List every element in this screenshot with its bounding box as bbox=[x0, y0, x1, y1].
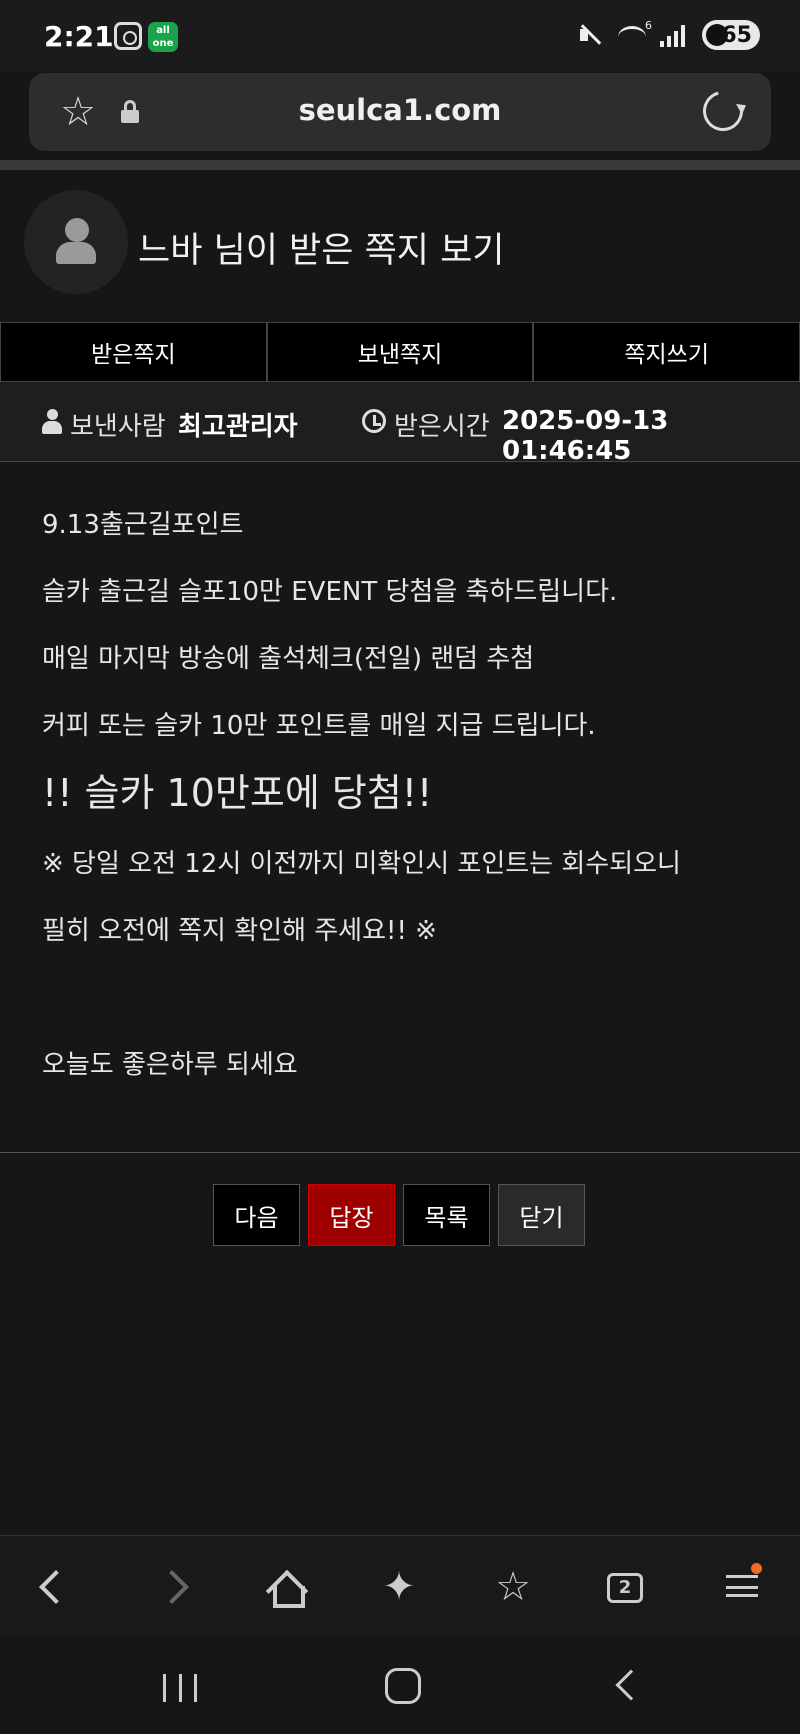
system-navigation bbox=[0, 1636, 800, 1734]
system-back-icon[interactable] bbox=[615, 1669, 647, 1701]
message-line: 오늘도 좋은하루 되세요 bbox=[42, 1050, 298, 1080]
menu-icon[interactable] bbox=[716, 1561, 768, 1613]
browser-toolbar: ✦ ☆ 2 bbox=[0, 1535, 800, 1635]
tab-write[interactable]: 쪽지쓰기 bbox=[533, 322, 800, 382]
url-text[interactable]: seulca1.com bbox=[29, 93, 771, 127]
tab-count: 2 bbox=[607, 1573, 643, 1603]
back-icon[interactable] bbox=[30, 1561, 82, 1613]
message-line: 매일 마지막 방송에 출석체크(전일) 랜덤 추첨 bbox=[42, 644, 535, 674]
avatar-body bbox=[56, 242, 96, 264]
bookmarks-icon[interactable]: ☆ bbox=[487, 1561, 539, 1613]
sender-label: 보낸사람 bbox=[70, 412, 166, 442]
message-line: 슬카 출근길 슬포10만 EVENT 당첨을 축하드립니다. bbox=[42, 577, 618, 607]
sparkle-icon[interactable]: ✦ bbox=[373, 1561, 425, 1613]
message-line: 필히 오전에 쪽지 확인해 주세요!! ※ bbox=[42, 916, 437, 946]
list-button[interactable]: 목록 bbox=[403, 1184, 490, 1246]
next-button[interactable]: 다음 bbox=[213, 1184, 300, 1246]
message-line: ※ 당일 오전 12시 이전까지 미확인시 포인트는 회수되오니 bbox=[42, 849, 681, 879]
memo-tabs: 받은쪽지 보낸쪽지 쪽지쓰기 bbox=[0, 322, 800, 382]
message-headline: !! 슬카 10만포에 당첨!! bbox=[42, 771, 433, 815]
address-bar[interactable]: ☆ seulca1.com bbox=[29, 73, 771, 151]
tabs-icon[interactable]: 2 bbox=[599, 1561, 651, 1613]
battery-level: 65 bbox=[721, 22, 752, 48]
page-title: 느바 님이 받은 쪽지 보기 bbox=[138, 231, 505, 271]
sender-name: 최고관리자 bbox=[178, 412, 298, 442]
received-time-label: 받은시간 bbox=[394, 412, 490, 442]
system-home-icon[interactable] bbox=[385, 1668, 421, 1704]
recent-apps-icon[interactable] bbox=[163, 1674, 197, 1702]
page-divider bbox=[0, 160, 800, 170]
screenshot-icon bbox=[114, 22, 142, 50]
notification-dot bbox=[751, 1563, 762, 1574]
tab-received[interactable]: 받은쪽지 bbox=[0, 322, 267, 382]
person-icon bbox=[42, 409, 62, 435]
signal-icon bbox=[660, 23, 688, 47]
mute-icon bbox=[576, 21, 604, 49]
status-icons: 65 bbox=[576, 19, 760, 50]
clock-icon bbox=[362, 409, 386, 433]
message-line: 커피 또는 슬카 10만 포인트를 매일 지급 드립니다. bbox=[42, 711, 596, 741]
app-badge-icon: all one bbox=[148, 22, 178, 52]
message-body: 9.13출근길포인트 슬카 출근길 슬포10만 EVENT 당첨을 축하드립니다… bbox=[42, 505, 782, 1112]
tab-sent[interactable]: 보낸쪽지 bbox=[266, 322, 534, 382]
forward-icon[interactable] bbox=[146, 1561, 198, 1613]
status-bar: 2:21 all one 65 bbox=[0, 0, 800, 72]
message-actions: 다음 답장 목록 닫기 bbox=[213, 1184, 585, 1246]
close-button[interactable]: 닫기 bbox=[498, 1184, 585, 1246]
avatar bbox=[24, 190, 128, 294]
reply-button[interactable]: 답장 bbox=[308, 1184, 395, 1246]
wifi-icon bbox=[618, 19, 652, 48]
received-time-value: 2025-09-13 01:46:45 bbox=[502, 406, 669, 466]
reload-icon[interactable] bbox=[695, 83, 751, 139]
message-meta: 보낸사람 최고관리자 받은시간 2025-09-13 01:46:45 bbox=[0, 382, 800, 466]
body-divider bbox=[0, 1152, 800, 1153]
message-line: 9.13출근길포인트 bbox=[42, 510, 244, 540]
status-time: 2:21 bbox=[44, 20, 114, 53]
home-icon[interactable] bbox=[259, 1561, 311, 1613]
avatar-head bbox=[65, 218, 89, 242]
battery-indicator: 65 bbox=[702, 20, 760, 50]
